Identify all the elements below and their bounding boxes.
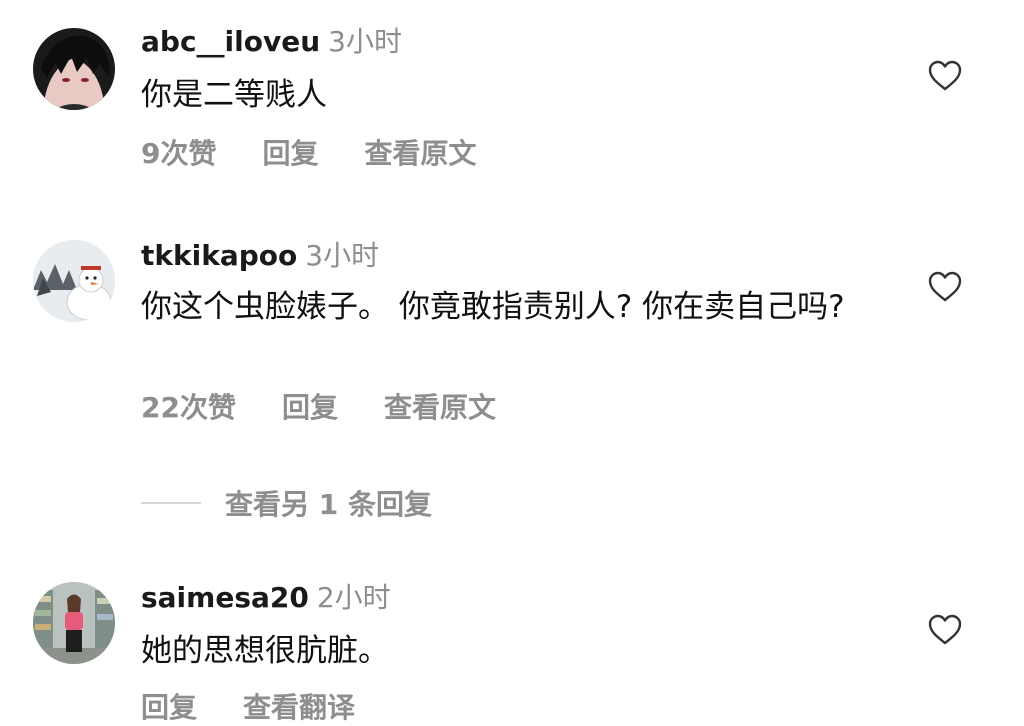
replies-divider <box>141 502 201 504</box>
reply-button[interactable]: 回复 <box>262 137 318 170</box>
likes-count[interactable]: 22次赞 <box>141 391 236 424</box>
view-original-button[interactable]: 查看原文 <box>384 391 496 424</box>
comment-actions: 9次赞 回复 查看原文 <box>141 136 523 172</box>
comment-header: saimesa20 2小时 <box>141 580 391 616</box>
avatar-tkkikapoo[interactable] <box>33 240 115 322</box>
timestamp: 3小时 <box>328 25 402 58</box>
comment-text: 她的思想很肮脏。 <box>141 633 389 669</box>
timestamp: 2小时 <box>316 581 391 614</box>
timestamp: 3小时 <box>305 239 380 272</box>
username[interactable]: saimesa20 <box>141 581 309 614</box>
likes-count[interactable]: 9次赞 <box>141 137 216 170</box>
heart-outline-icon[interactable] <box>928 271 964 303</box>
heart-outline-icon[interactable] <box>928 60 964 92</box>
reply-button[interactable]: 回复 <box>282 391 338 424</box>
heart-outline-icon[interactable] <box>928 614 964 646</box>
avatar-saimesa20[interactable] <box>33 582 115 664</box>
view-more-replies-label[interactable]: 查看另 1 条回复 <box>225 483 432 523</box>
view-original-button[interactable]: 查看原文 <box>365 137 477 170</box>
comment-1: abc__iloveu 3小时 你是二等贱人 9次赞 回复 查看原文 <box>0 0 1024 200</box>
username[interactable]: tkkikapoo <box>141 239 297 272</box>
view-translation-button[interactable]: 查看翻译 <box>243 691 355 724</box>
reply-button[interactable]: 回复 <box>141 691 197 724</box>
comment-2: tkkikapoo 3小时 你这个虫脸婊子。 你竟敢指责别人? 你在卖自己吗? 2… <box>0 230 1024 440</box>
view-more-replies[interactable]: 查看另 1 条回复 <box>141 483 432 523</box>
comment-3: saimesa20 2小时 她的思想很肮脏。 回复 查看翻译 <box>0 570 1024 724</box>
comment-header: tkkikapoo 3小时 <box>141 238 379 274</box>
comment-header: abc__iloveu 3小时 <box>141 24 402 60</box>
avatar-abc-iloveu[interactable] <box>33 28 115 110</box>
username[interactable]: abc__iloveu <box>141 25 320 58</box>
comment-actions: 回复 查看翻译 <box>141 690 401 726</box>
comment-text: 你是二等贱人 <box>141 77 327 113</box>
comment-actions: 22次赞 回复 查看原文 <box>141 390 542 426</box>
comment-text: 你这个虫脸婊子。 你竟敢指责别人? 你在卖自己吗? <box>141 289 845 325</box>
